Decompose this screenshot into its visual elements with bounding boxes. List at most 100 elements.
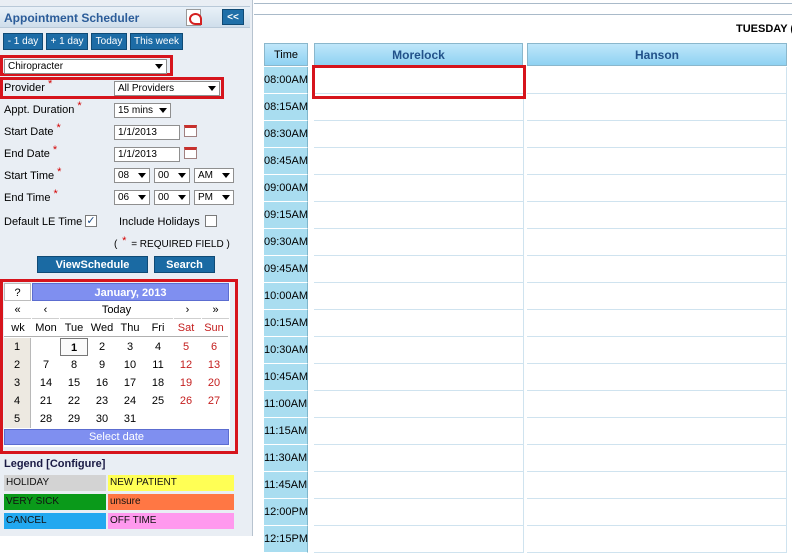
calendar-day[interactable]: 17 bbox=[116, 374, 144, 392]
appointment-slot-hanson[interactable] bbox=[527, 202, 787, 229]
appointment-slot-morelock[interactable] bbox=[314, 526, 524, 553]
appointment-slot-hanson[interactable] bbox=[527, 148, 787, 175]
default-le-checkbox[interactable]: ✓ bbox=[85, 215, 97, 227]
calendar-day[interactable]: 27 bbox=[200, 392, 228, 410]
specialty-select[interactable]: Chiropracter bbox=[4, 59, 167, 74]
next-year-button[interactable]: » bbox=[202, 301, 229, 319]
end-minute-select[interactable]: 00 bbox=[154, 190, 190, 205]
appointment-slot-hanson[interactable] bbox=[527, 94, 787, 121]
appointment-slot-morelock[interactable] bbox=[314, 418, 524, 445]
calendar-day[interactable]: 1 bbox=[60, 338, 88, 356]
legend-title[interactable]: Legend [Configure] bbox=[4, 458, 105, 470]
time-slot-label: 10:00AM bbox=[264, 283, 308, 310]
appointment-slot-hanson[interactable] bbox=[527, 472, 787, 499]
calendar-day[interactable]: 28 bbox=[32, 410, 60, 428]
appointment-slot-morelock[interactable] bbox=[314, 445, 524, 472]
collapse-panel-button[interactable]: << bbox=[222, 9, 244, 25]
calendar-day[interactable]: 3 bbox=[116, 338, 144, 356]
start-minute-select[interactable]: 00 bbox=[154, 168, 190, 183]
calendar-day[interactable]: 15 bbox=[60, 374, 88, 392]
calendar-day[interactable]: 5 bbox=[172, 338, 200, 356]
start-hour-select[interactable]: 08 bbox=[114, 168, 150, 183]
appointment-slot-hanson[interactable] bbox=[527, 364, 787, 391]
appointment-slot-hanson[interactable] bbox=[527, 337, 787, 364]
provider-header-morelock[interactable]: Morelock bbox=[314, 43, 523, 66]
provider-header-hanson[interactable]: Hanson bbox=[527, 43, 787, 66]
calendar-day[interactable]: 30 bbox=[88, 410, 116, 428]
appointment-slot-morelock[interactable] bbox=[314, 121, 524, 148]
calendar-day[interactable]: 11 bbox=[144, 356, 172, 374]
appointment-slot-hanson[interactable] bbox=[527, 256, 787, 283]
calendar-day[interactable]: 19 bbox=[172, 374, 200, 392]
calendar-day[interactable]: 29 bbox=[60, 410, 88, 428]
next-month-button[interactable]: › bbox=[174, 301, 201, 319]
calendar-day[interactable]: 16 bbox=[88, 374, 116, 392]
this-week-button[interactable]: This week bbox=[130, 33, 183, 50]
pdf-icon[interactable] bbox=[186, 9, 202, 26]
calendar-day[interactable]: 6 bbox=[200, 338, 228, 356]
appointment-slot-morelock[interactable] bbox=[314, 175, 524, 202]
appointment-slot-morelock[interactable] bbox=[314, 229, 524, 256]
appointment-slot-morelock[interactable] bbox=[314, 337, 524, 364]
appointment-slot-morelock[interactable] bbox=[314, 283, 524, 310]
appointment-slot-morelock[interactable] bbox=[314, 310, 524, 337]
appointment-slot-morelock[interactable] bbox=[314, 148, 524, 175]
previous-year-button[interactable]: « bbox=[4, 301, 31, 319]
include-holidays-checkbox[interactable] bbox=[205, 215, 217, 227]
calendar-day[interactable]: 23 bbox=[88, 392, 116, 410]
previous-month-button[interactable]: ‹ bbox=[32, 301, 59, 319]
calendar-day[interactable]: 25 bbox=[144, 392, 172, 410]
appointment-slot-hanson[interactable] bbox=[527, 67, 787, 94]
calendar-day[interactable]: 22 bbox=[60, 392, 88, 410]
appointment-slot-morelock[interactable] bbox=[314, 202, 524, 229]
duration-select[interactable]: 15 mins bbox=[114, 103, 171, 118]
calendar-icon[interactable] bbox=[184, 147, 197, 159]
calendar-day[interactable]: 2 bbox=[88, 338, 116, 356]
calendar-day[interactable]: 26 bbox=[172, 392, 200, 410]
provider-select[interactable]: All Providers bbox=[114, 81, 220, 96]
calendar-day[interactable]: 8 bbox=[60, 356, 88, 374]
calendar-day[interactable]: 7 bbox=[32, 356, 60, 374]
calendar-day[interactable]: 10 bbox=[116, 356, 144, 374]
calendar-day[interactable]: 9 bbox=[88, 356, 116, 374]
calendar-today-button[interactable]: Today bbox=[60, 301, 173, 319]
today-button[interactable]: Today bbox=[91, 33, 127, 50]
calendar-day[interactable]: 20 bbox=[200, 374, 228, 392]
appointment-slot-morelock[interactable] bbox=[314, 256, 524, 283]
calendar-day[interactable]: 4 bbox=[144, 338, 172, 356]
calendar-day[interactable]: 14 bbox=[32, 374, 60, 392]
appointment-slot-hanson[interactable] bbox=[527, 283, 787, 310]
calendar-day[interactable]: 24 bbox=[116, 392, 144, 410]
plus-day-button[interactable]: + 1 day bbox=[46, 33, 88, 50]
appointment-slot-hanson[interactable] bbox=[527, 391, 787, 418]
calendar-icon[interactable] bbox=[184, 125, 197, 137]
calendar-day[interactable]: 13 bbox=[200, 356, 228, 374]
search-button[interactable]: Search bbox=[154, 256, 215, 273]
minus-day-button[interactable]: - 1 day bbox=[3, 33, 43, 50]
appointment-slot-morelock[interactable] bbox=[314, 391, 524, 418]
appointment-slot-hanson[interactable] bbox=[527, 175, 787, 202]
start-date-input[interactable]: 1/1/2013 bbox=[114, 125, 180, 140]
start-date-label: Start Date * bbox=[4, 122, 61, 138]
start-ampm-select[interactable]: AM bbox=[194, 168, 234, 183]
appointment-slot-hanson[interactable] bbox=[527, 526, 787, 553]
appointment-slot-hanson[interactable] bbox=[527, 499, 787, 526]
appointment-slot-hanson[interactable] bbox=[527, 229, 787, 256]
appointment-slot-hanson[interactable] bbox=[527, 121, 787, 148]
end-hour-select[interactable]: 06 bbox=[114, 190, 150, 205]
calendar-day[interactable]: 12 bbox=[172, 356, 200, 374]
calendar-day[interactable]: 21 bbox=[32, 392, 60, 410]
calendar-day[interactable]: 18 bbox=[144, 374, 172, 392]
appointment-slot-hanson[interactable] bbox=[527, 418, 787, 445]
appointment-slot-morelock[interactable] bbox=[314, 364, 524, 391]
end-ampm-select[interactable]: PM bbox=[194, 190, 234, 205]
appointment-slot-hanson[interactable] bbox=[527, 445, 787, 472]
view-schedule-button[interactable]: ViewSchedule bbox=[37, 256, 148, 273]
calendar-help-button[interactable]: ? bbox=[4, 283, 31, 301]
appointment-slot-hanson[interactable] bbox=[527, 310, 787, 337]
appointment-slot-morelock[interactable] bbox=[314, 472, 524, 499]
calendar-day[interactable]: 31 bbox=[116, 410, 144, 428]
appointment-slot-morelock[interactable] bbox=[314, 499, 524, 526]
end-date-input[interactable]: 1/1/2013 bbox=[114, 147, 180, 162]
select-date-bar[interactable]: Select date bbox=[4, 429, 229, 445]
